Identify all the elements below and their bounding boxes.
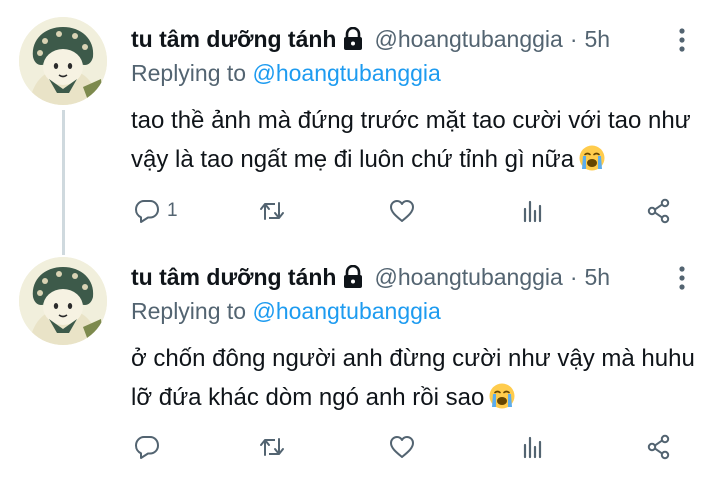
loudly-crying-face-icon [578, 144, 606, 172]
reply-button[interactable] [133, 431, 167, 463]
retweet-icon [258, 197, 286, 225]
replying-to-handle-link[interactable]: @hoangtubanggia [252, 60, 440, 86]
reply-icon [133, 433, 161, 461]
tweet[interactable]: tu tâm dưỡng tánh @hoangtubanggia · 5h R… [0, 0, 720, 245]
display-name[interactable]: tu tâm dưỡng tánh [131, 264, 336, 291]
share-icon [645, 197, 673, 225]
timestamp[interactable]: 5h [585, 26, 611, 53]
like-button[interactable] [388, 431, 416, 463]
lock-icon [342, 27, 364, 51]
more-vertical-icon[interactable] [672, 26, 692, 54]
user-handle[interactable]: @hoangtubanggia [374, 26, 562, 53]
replying-to: Replying to @hoangtubanggia [131, 60, 441, 87]
retweet-button[interactable] [258, 195, 286, 227]
tweet-header: tu tâm dưỡng tánh @hoangtubanggia · 5h [131, 24, 610, 54]
share-icon [645, 433, 673, 461]
loudly-crying-face-icon [488, 382, 516, 410]
like-button[interactable] [388, 195, 416, 227]
heart-icon [388, 433, 416, 461]
retweet-icon [258, 433, 286, 461]
replying-to-label: Replying to [131, 298, 247, 324]
replying-to-handle-link[interactable]: @hoangtubanggia [252, 298, 440, 324]
tweet-actions: 1 [0, 195, 720, 227]
avatar[interactable] [19, 17, 107, 105]
avatar[interactable] [19, 257, 107, 345]
lock-icon [342, 265, 364, 289]
tweet-header: tu tâm dưỡng tánh @hoangtubanggia · 5h [131, 262, 610, 292]
timestamp[interactable]: 5h [585, 264, 611, 291]
user-handle[interactable]: @hoangtubanggia [374, 264, 562, 291]
reply-count: 1 [167, 200, 178, 221]
share-button[interactable] [645, 431, 673, 463]
stats-icon [519, 433, 547, 461]
stats-button[interactable] [519, 431, 547, 463]
reply-button[interactable]: 1 [133, 195, 178, 227]
share-button[interactable] [645, 195, 673, 227]
replying-to-label: Replying to [131, 60, 247, 86]
tweet[interactable]: tu tâm dưỡng tánh @hoangtubanggia · 5h R… [0, 245, 720, 477]
tweet-actions [0, 431, 720, 463]
separator-dot: · [569, 263, 578, 290]
tweet-text: ở chốn đông người anh đừng cười như vậy … [131, 339, 711, 417]
tweet-text-content: tao thề ảnh mà đứng trước mặt tao cười v… [131, 107, 691, 173]
stats-button[interactable] [519, 195, 547, 227]
reply-icon [133, 197, 161, 225]
stats-icon [519, 197, 547, 225]
heart-icon [388, 197, 416, 225]
display-name[interactable]: tu tâm dưỡng tánh [131, 26, 336, 53]
separator-dot: · [569, 25, 578, 52]
more-vertical-icon[interactable] [672, 264, 692, 292]
retweet-button[interactable] [258, 431, 286, 463]
replying-to: Replying to @hoangtubanggia [131, 298, 441, 325]
tweet-text: tao thề ảnh mà đứng trước mặt tao cười v… [131, 101, 711, 179]
tweet-text-content: ở chốn đông người anh đừng cười như vậy … [131, 345, 695, 411]
